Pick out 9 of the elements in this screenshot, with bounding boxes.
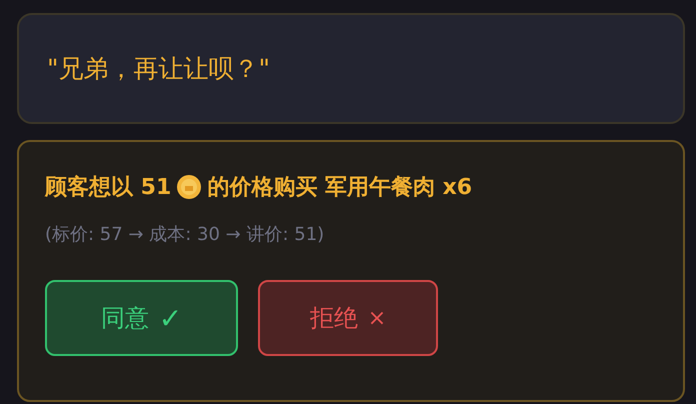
offer-text: 顾客想以 51 (45, 174, 172, 202)
accept-button[interactable]: 同意 ✓ (45, 280, 238, 356)
coin-icon (177, 175, 202, 199)
price-breakdown: (标价: 57 → 成本: 30 → 讲价: 51) (45, 223, 326, 246)
check-icon: ✓ (158, 302, 182, 334)
offer-text: 的价格购买 军用午餐肉 x6 (207, 174, 472, 202)
dialogue-quote: "兄弟，再让让呗？" (47, 53, 270, 85)
reject-button[interactable]: 拒绝 × (258, 280, 438, 356)
cross-icon: × (368, 306, 386, 330)
